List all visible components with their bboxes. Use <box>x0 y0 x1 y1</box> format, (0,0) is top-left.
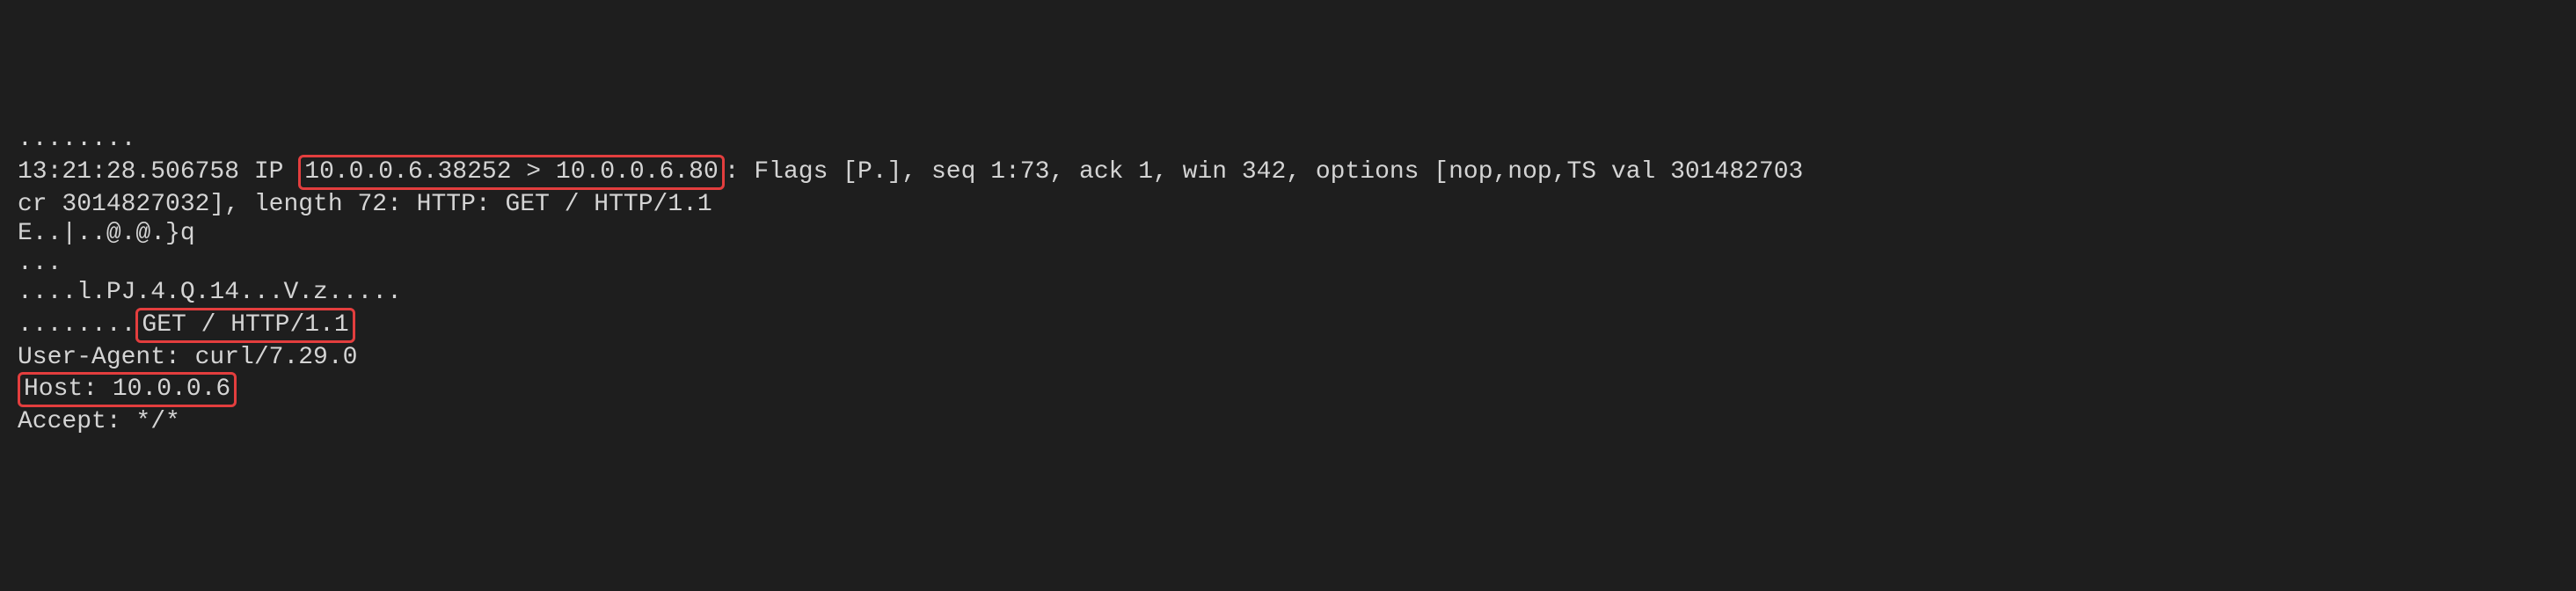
output-line: Host: 10.0.0.6 <box>18 372 2558 407</box>
output-line: E..|..@.@.}q <box>18 219 2558 249</box>
output-line: ... <box>18 249 2558 279</box>
output-line: Accept: */* <box>18 407 2558 437</box>
ip-connection-highlight: 10.0.0.6.38252 > 10.0.0.6.80 <box>298 155 724 190</box>
dots-prefix: ........ <box>18 311 135 339</box>
terminal-output: ........13:21:28.506758 IP 10.0.0.6.3825… <box>18 125 2558 436</box>
output-line: cr 3014827032], length 72: HTTP: GET / H… <box>18 190 2558 220</box>
host-header-highlight: Host: 10.0.0.6 <box>18 372 237 407</box>
packet-flags: : Flags [P.], seq 1:73, ack 1, win 342, … <box>725 158 1804 186</box>
output-line: User-Agent: curl/7.29.0 <box>18 343 2558 373</box>
output-line: 13:21:28.506758 IP 10.0.0.6.38252 > 10.0… <box>18 155 2558 190</box>
output-line: ........ <box>18 125 2558 155</box>
output-line: ....l.PJ.4.Q.14...V.z..... <box>18 278 2558 308</box>
output-line: ........GET / HTTP/1.1 <box>18 308 2558 343</box>
http-request-highlight: GET / HTTP/1.1 <box>135 308 354 343</box>
timestamp-ip-prefix: 13:21:28.506758 IP <box>18 158 298 186</box>
